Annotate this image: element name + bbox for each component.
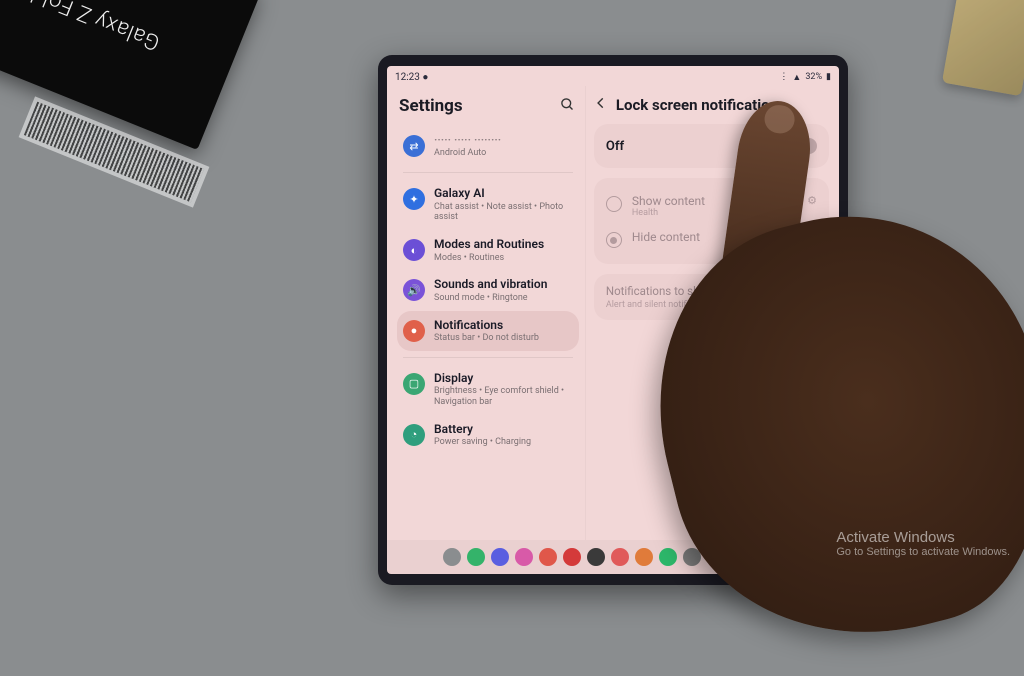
settings-item-modes-and-routines[interactable]: ◐ Modes and Routines Modes • Routines [397,230,579,270]
settings-item-sub: Status bar • Do not disturb [434,333,539,344]
settings-item-sub: Modes • Routines [434,253,544,264]
settings-item-title: Display [434,371,573,385]
settings-item-galaxy-ai[interactable]: ✦ Galaxy AI Chat assist • Note assist • Ph… [397,179,579,230]
dock-app-icon[interactable] [467,548,485,566]
settings-item-sounds-and-vibration[interactable]: 🔊 Sounds and vibration Sound mode • Ringto… [397,270,579,310]
divider [403,357,573,358]
settings-title: Settings [399,96,463,116]
settings-list-pane: Settings ⇄ ····· ····· ········ Android … [387,86,586,540]
dock-app-icon[interactable] [659,548,677,566]
settings-item-notifications[interactable]: ● NotificationsStatus bar • Do not distur… [397,311,579,351]
settings-item-sub: Sound mode • Ringtone [434,293,547,304]
desk-object [942,0,1024,96]
settings-item-title: Modes and Routines [434,237,544,251]
settings-item-sub: Power saving • Charging [434,437,531,448]
settings-header: Settings [397,90,579,126]
settings-item-sub: Chat assist • Note assist • Photo assist [434,202,573,224]
dock-app-icon[interactable] [587,548,605,566]
settings-item-battery[interactable]: ◔ BatteryPower saving • Charging [397,415,579,455]
notification-dot-icon: ● [422,72,428,83]
dock-app-icon[interactable] [563,548,581,566]
product-box-label: Galaxy Z Fold6 [16,0,164,55]
settings-item-icon: ● [403,320,425,342]
settings-item-truncated[interactable]: ⇄ ····· ····· ········ Android Auto [397,126,579,166]
settings-item-title: Notifications [434,318,539,332]
settings-item-icon: ▢ [403,373,425,395]
status-time: 12:23 ● [395,72,428,83]
settings-item-icon: 🔊 [403,279,425,301]
windows-watermark: Activate Windows Go to Settings to activ… [836,529,1010,558]
dock-app-icon[interactable] [443,548,461,566]
wifi-icon: ⋮ [779,72,788,82]
settings-item-title: Battery [434,422,531,436]
settings-item-icon: ◔ [403,424,425,446]
status-bar: 12:23 ● ⋮ ▲ 32% ▮ [387,66,839,86]
watermark-title: Activate Windows [836,529,1010,546]
settings-item-sub: Brightness • Eye comfort shield • Naviga… [434,386,573,408]
connected-devices-icon: ⇄ [403,135,425,157]
battery-icon: ▮ [826,72,831,82]
divider [403,172,573,173]
search-icon[interactable] [560,97,575,116]
settings-item-icon: ✦ [403,188,425,210]
dock-app-icon[interactable] [491,548,509,566]
radio-icon [606,232,622,248]
settings-item-title: Sounds and vibration [434,277,547,291]
dock-app-icon[interactable] [539,548,557,566]
signal-icon: ▲ [792,72,801,83]
gear-icon[interactable]: ⚙ [807,194,817,207]
dock-app-icon[interactable] [515,548,533,566]
dock-app-icon[interactable] [635,548,653,566]
toggle-label: Off [606,139,624,154]
settings-item-title: Galaxy AI [434,186,573,200]
watermark-sub: Go to Settings to activate Windows. [836,546,1010,558]
dock-app-icon[interactable] [611,548,629,566]
radio-icon [606,196,622,212]
battery-text: 32% [805,72,822,82]
back-icon[interactable] [594,96,608,114]
settings-item-icon: ◐ [403,239,425,261]
status-right: ⋮ ▲ 32% ▮ [779,72,831,83]
settings-item-display[interactable]: ▢ DisplayBrightness • Eye comfort shield … [397,364,579,415]
